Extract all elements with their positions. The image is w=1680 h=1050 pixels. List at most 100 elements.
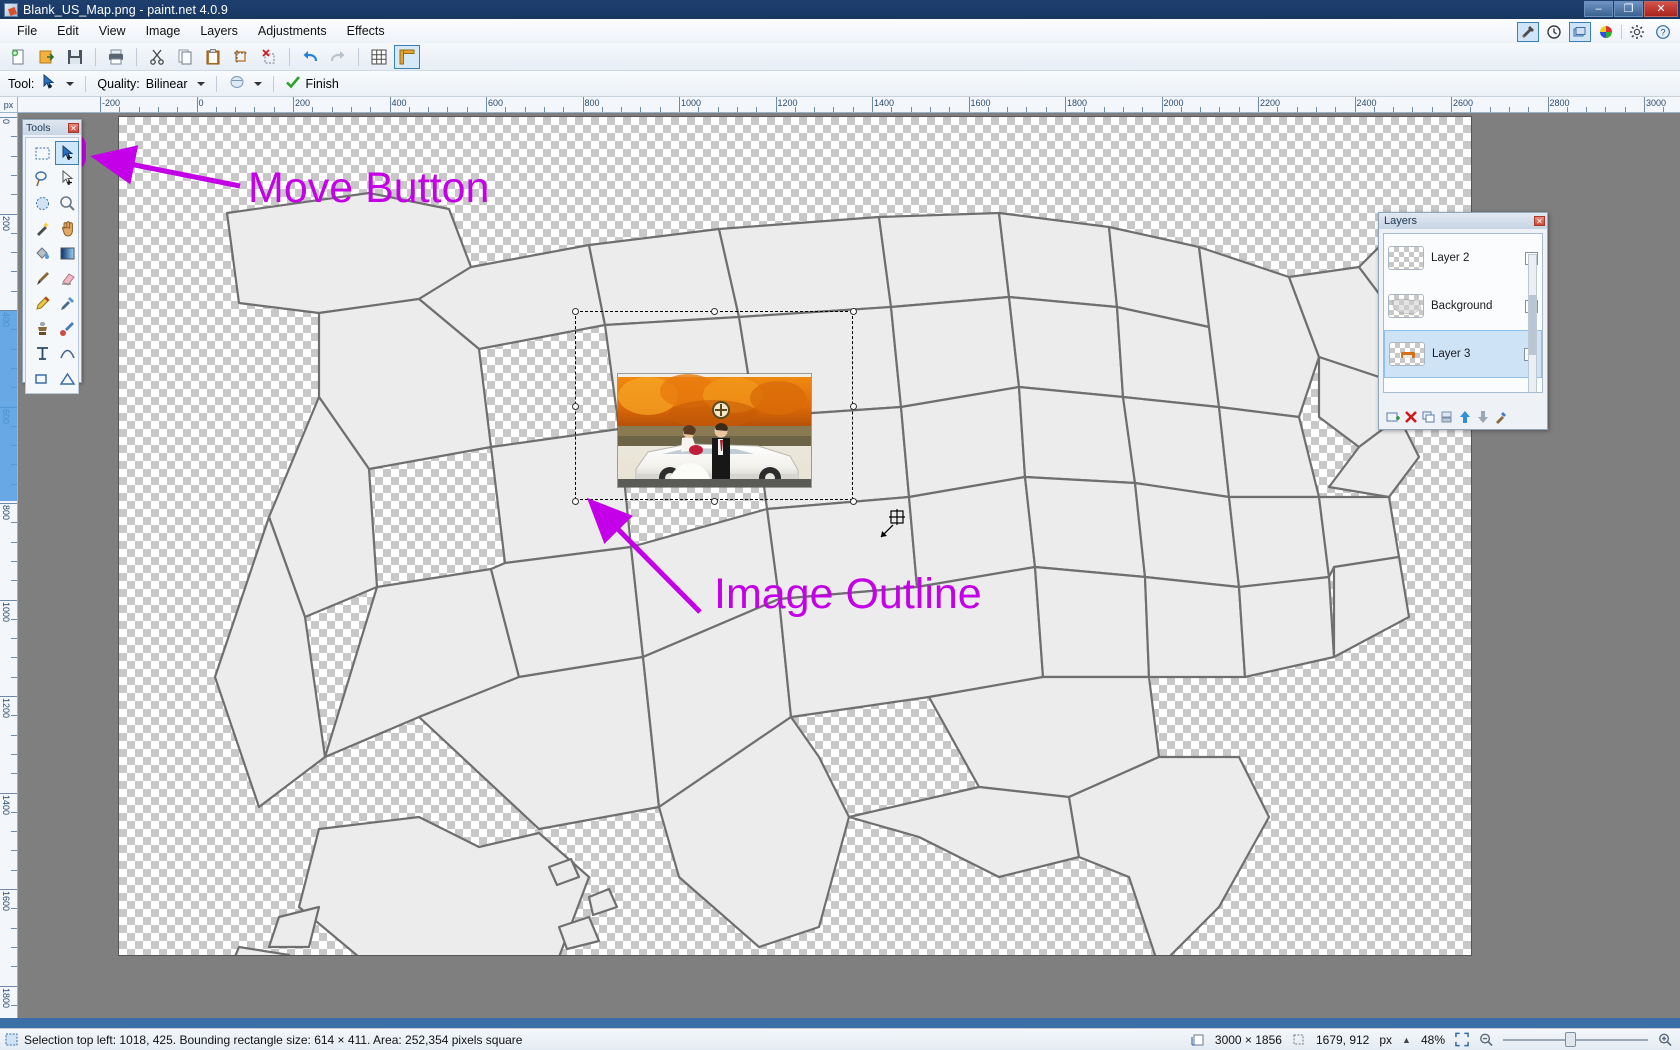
green-check-icon[interactable] [285, 74, 301, 93]
selection-handle-e[interactable] [850, 403, 857, 410]
zoom-level-value[interactable]: 48% [1421, 1033, 1445, 1047]
layers-window[interactable]: Layers ✕ Layer 2 Background ✓ [1378, 212, 1548, 430]
menu-bar: File Edit View Image Layers Adjustments … [0, 19, 1680, 43]
move-selection-tool[interactable] [55, 166, 79, 190]
quality-value[interactable]: Bilinear [146, 77, 188, 91]
menu-edit[interactable]: Edit [48, 21, 88, 41]
menu-adjustments[interactable]: Adjustments [249, 21, 336, 41]
tools-window-title: Tools [26, 121, 51, 134]
window-title: Blank_US_Map.png - paint.net 4.0.9 [23, 2, 228, 17]
save-button[interactable] [62, 45, 88, 69]
crop-to-selection-button[interactable] [228, 45, 254, 69]
selection-handle-se[interactable] [850, 498, 857, 505]
sampling-icon[interactable] [228, 73, 246, 94]
blue-down-arrow-icon[interactable] [1475, 410, 1490, 425]
move-rotate-gizmo[interactable] [712, 401, 730, 419]
fit-to-window-icon[interactable] [1455, 1032, 1469, 1047]
settings-button[interactable] [1626, 22, 1648, 42]
finish-button[interactable]: Finish [305, 77, 338, 91]
layer-row-background[interactable]: Background ✓ [1384, 282, 1542, 330]
grid-toggle-button[interactable] [366, 45, 392, 69]
layers-list[interactable]: Layer 2 Background ✓ Layer 3 ✓ [1383, 233, 1543, 393]
maximize-button[interactable]: ❐ [1614, 1, 1643, 17]
history-window-button[interactable] [1543, 22, 1565, 42]
tools-window[interactable]: Tools ✕ [22, 119, 82, 394]
blue-up-arrow-icon[interactable] [1457, 410, 1472, 425]
add-layer-icon[interactable] [1385, 410, 1400, 425]
text-tool[interactable] [30, 341, 54, 365]
eraser-tool[interactable] [55, 266, 79, 290]
new-image-button[interactable] [6, 45, 32, 69]
close-button[interactable]: ✕ [1644, 1, 1678, 17]
line-curve-tool[interactable] [55, 341, 79, 365]
rectangle-shape-tool[interactable] [30, 366, 54, 390]
paintbrush-tool[interactable] [30, 266, 54, 290]
tools-close-icon[interactable]: ✕ [68, 122, 79, 133]
undo-button[interactable] [297, 45, 323, 69]
recolor-tool[interactable] [55, 316, 79, 340]
zoom-tool[interactable] [55, 191, 79, 215]
image-canvas[interactable] [119, 117, 1471, 955]
quality-dropdown-caret[interactable] [197, 81, 206, 86]
move-selected-pixels-icon[interactable] [40, 73, 58, 94]
rulers-toggle-button[interactable] [394, 44, 420, 69]
tools-window-titlebar[interactable]: Tools ✕ [23, 120, 81, 135]
menu-effects[interactable]: Effects [338, 21, 394, 41]
zoom-in-icon[interactable] [1658, 1033, 1672, 1047]
tool-dropdown-caret[interactable] [66, 81, 75, 86]
merge-down-icon[interactable] [1439, 410, 1454, 425]
zoom-out-icon[interactable] [1479, 1033, 1493, 1047]
pencil-tool[interactable] [30, 291, 54, 315]
layers-window-button[interactable] [1569, 22, 1591, 42]
eyedropper-tool[interactable] [55, 291, 79, 315]
minimize-button[interactable]: – [1584, 1, 1613, 17]
layers-window-titlebar[interactable]: Layers ✕ [1379, 213, 1547, 229]
zoom-slider[interactable] [1503, 1032, 1648, 1047]
properties-icon[interactable] [1493, 410, 1508, 425]
move-selected-pixels-tool[interactable] [55, 141, 79, 165]
lasso-select-tool[interactable] [30, 166, 54, 190]
clone-stamp-tool[interactable] [30, 316, 54, 340]
red-x-icon[interactable] [1403, 410, 1418, 425]
layers-scrollbar[interactable] [1528, 254, 1537, 392]
colors-window-button[interactable] [1595, 22, 1617, 42]
menu-file[interactable]: File [8, 21, 46, 41]
selection-handle-sw[interactable] [572, 498, 579, 505]
cut-button[interactable] [144, 45, 170, 69]
ellipse-select-tool[interactable] [30, 191, 54, 215]
shapes-tool[interactable] [55, 366, 79, 390]
help-button[interactable]: ? [1652, 22, 1674, 42]
toolbar-divider [1621, 25, 1622, 39]
selection-handle-nw[interactable] [572, 308, 579, 315]
menu-view[interactable]: View [90, 21, 135, 41]
layer-row-layer-2[interactable]: Layer 2 [1384, 234, 1542, 282]
print-button[interactable] [103, 45, 129, 69]
menu-image[interactable]: Image [137, 21, 190, 41]
selection-handle-n[interactable] [711, 308, 718, 315]
magic-wand-tool[interactable] [30, 216, 54, 240]
selection-handle-ne[interactable] [850, 308, 857, 315]
gradient-tool[interactable] [55, 241, 79, 265]
unit-caret-icon[interactable]: ▲ [1402, 1035, 1411, 1045]
copy-button[interactable] [172, 45, 198, 69]
paste-button[interactable] [200, 45, 226, 69]
zoom-slider-thumb[interactable] [1565, 1032, 1576, 1047]
selection-handle-w[interactable] [572, 403, 579, 410]
unit-label[interactable]: px [1379, 1033, 1392, 1047]
paint-bucket-tool[interactable] [30, 241, 54, 265]
open-image-button[interactable] [34, 45, 60, 69]
layer-row-layer-3[interactable]: Layer 3 ✓ [1384, 330, 1542, 378]
redo-button[interactable] [325, 45, 351, 69]
pan-tool[interactable] [55, 216, 79, 240]
rectangle-select-tool[interactable] [30, 141, 54, 165]
menu-layers[interactable]: Layers [191, 21, 247, 41]
selection-handle-s[interactable] [711, 498, 718, 505]
layers-close-icon[interactable]: ✕ [1534, 216, 1545, 226]
sampling-dropdown-caret[interactable] [254, 81, 263, 86]
duplicate-layer-icon[interactable] [1421, 410, 1436, 425]
toolbar-separator [289, 47, 290, 66]
deselect-all-button[interactable] [256, 45, 282, 69]
tools-window-button[interactable] [1517, 22, 1539, 42]
vertical-ruler[interactable]: 020040060080010001200140016001800 [0, 113, 18, 1018]
horizontal-ruler[interactable]: -200 0 200 400 600 800 1000 1200 1400 1600 1800 200… [18, 97, 1680, 113]
